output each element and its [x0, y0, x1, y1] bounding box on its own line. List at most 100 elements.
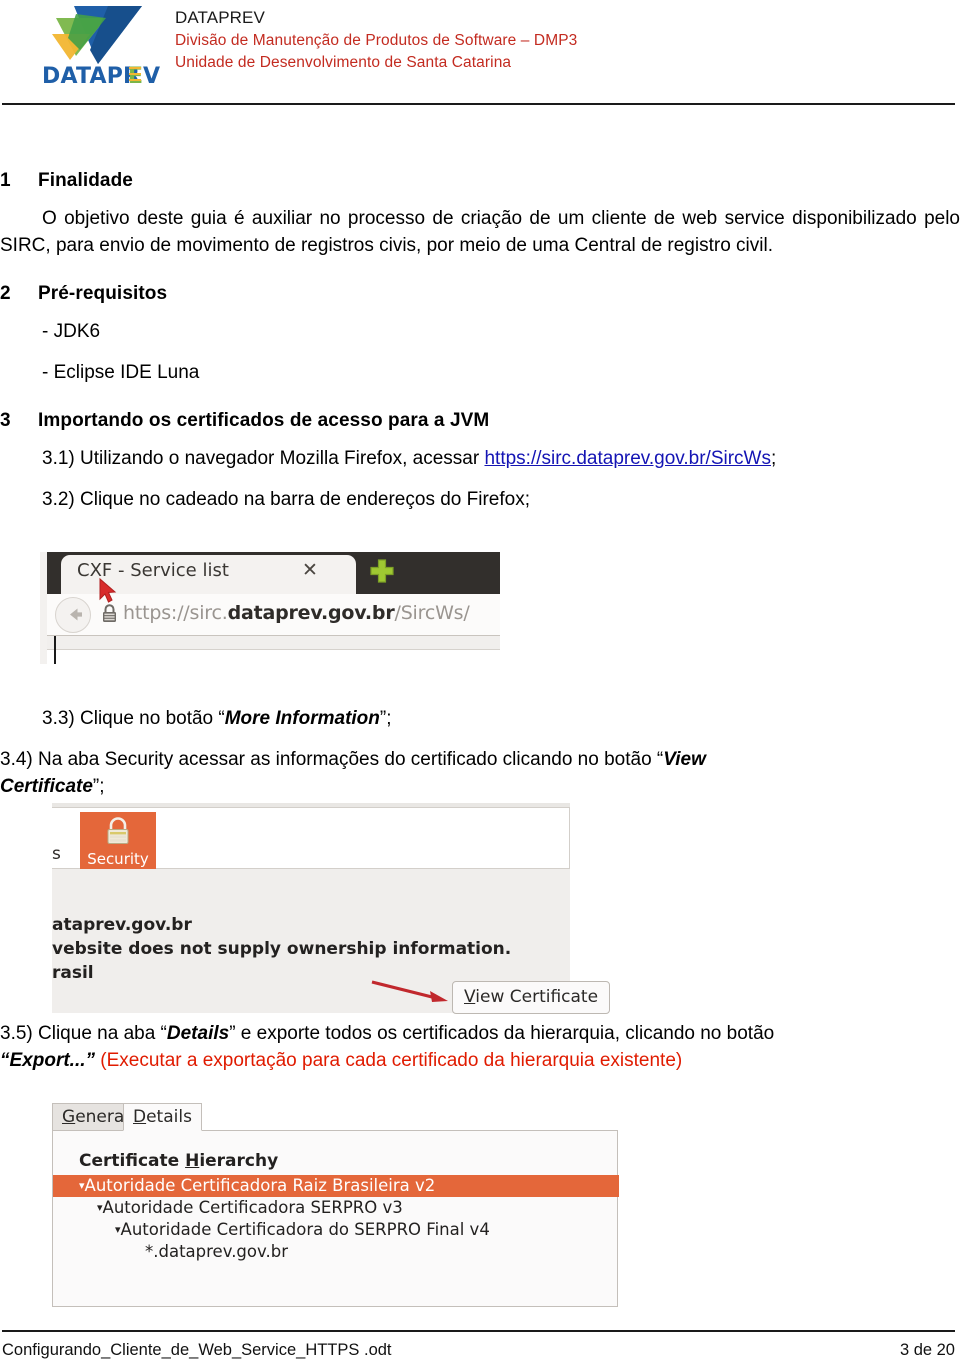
step-3-4-suffix: ”; — [92, 775, 105, 797]
step-3-4-cont: Certificate”; — [0, 774, 960, 801]
cert-node-dataprev-wildcard[interactable]: *.dataprev.gov.br — [145, 1241, 288, 1263]
section-1-number: 1 — [0, 170, 11, 191]
step-3-5-cont: “Export...” (Executar a exportação para … — [0, 1048, 960, 1075]
section-3-title: Importando os certificados de acesso par… — [38, 410, 490, 432]
footer-page-number: 3 de 20 — [899, 1341, 955, 1359]
footer-divider — [2, 1330, 955, 1332]
red-arrow-icon — [371, 980, 448, 1002]
view-certificate-button[interactable]: View Certificate — [452, 981, 611, 1014]
dataprev-logo: DATAPR E V — [28, 4, 168, 94]
close-icon[interactable]: ✕ — [302, 559, 318, 581]
header-org: DATAPREV — [175, 8, 265, 27]
tab-details-rest: etails — [146, 1107, 192, 1127]
steps-33-34-block: 3.3) Clique no botão “More Information”;… — [0, 706, 960, 800]
page-header: DATAPR E V DATAPREV Divisão de Manutençã… — [0, 0, 960, 108]
cert-node-serpro-final-v4[interactable]: ▾Autoridade Certificadora do SERPRO Fina… — [115, 1219, 490, 1241]
step-3-1-suffix: ; — [770, 448, 777, 470]
svg-text:V: V — [143, 64, 160, 88]
footer-filename: Configurando_Cliente_de_Web_Service_HTTP… — [2, 1341, 392, 1359]
button-mnemonic: V — [464, 987, 476, 1007]
url-protocol: https://sirc. — [123, 602, 228, 624]
step-3-3-suffix: ”; — [379, 708, 392, 729]
tab-details-mnemonic: D — [133, 1107, 147, 1127]
step-35-block: 3.5) Clique na aba “Details” e exporte t… — [0, 1021, 960, 1074]
step-3-2: 3.2) Clique no cadeado na barra de ender… — [42, 489, 530, 511]
button-rest-label: iew Certificate — [475, 987, 599, 1007]
step-3-4-prefix: 3.4) Na aba Security acessar as informaç… — [0, 748, 664, 770]
step-3-3-prefix: 3.3) Clique no botão “ — [42, 708, 225, 729]
hierarchy-title-rest: ierarchy — [199, 1151, 279, 1171]
section-heading-2: 2 Pré-requisitos — [0, 283, 960, 305]
certificate-hierarchy-title: Certificate Hierarchy — [79, 1151, 278, 1171]
dataprev-wordmark: DATAPR E V — [42, 64, 160, 88]
step-3-3: 3.3) Clique no botão “More Information”; — [0, 706, 960, 733]
section-2-number: 2 — [0, 283, 11, 305]
step-3-5-prefix: 3.5) Clique na aba “ — [0, 1023, 167, 1044]
export-label: “Export...” — [0, 1049, 96, 1071]
cert-node-label: Autoridade Certificadora SERPRO v3 — [102, 1198, 403, 1217]
security-tab-label: Security — [87, 850, 149, 868]
svg-text:DATAPR: DATAPR — [42, 64, 140, 88]
figure-security-panel: s Security ataprev.gov.br vebsite does n… — [40, 803, 611, 1014]
firefox-url-text: https://sirc.dataprev.gov.br/SircWs/ — [123, 602, 470, 624]
step-3-5: 3.5) Clique na aba “Details” e exporte t… — [0, 1021, 960, 1048]
page-footer: Configurando_Cliente_de_Web_Service_HTTP… — [2, 1341, 955, 1360]
section-heading-1: 1 Finalidade — [0, 170, 960, 192]
section-2-title: Pré-requisitos — [38, 283, 168, 305]
plus-icon[interactable] — [369, 558, 395, 584]
firefox-content-top — [47, 636, 500, 650]
cert-node-label: Autoridade Certificadora do SERPRO Final… — [120, 1220, 490, 1239]
step-3-1-prefix: 3.1) Utilizando o navegador Mozilla Fire… — [42, 448, 485, 470]
tabstrip-filler — [192, 1109, 618, 1131]
view-label: View — [663, 748, 706, 770]
cert-node-label: Autoridade Certificadora Raiz Brasileira… — [84, 1176, 436, 1195]
document-body: 1 Finalidade O objetivo deste guia é aux… — [0, 170, 960, 528]
figure-left-strip — [40, 552, 47, 664]
header-division: Divisão de Manutenção de Produtos de Sof… — [175, 32, 578, 50]
back-arrow-icon — [70, 608, 82, 621]
section-3-number: 3 — [0, 410, 11, 432]
security-line-ownership: vebsite does not supply ownership inform… — [52, 939, 512, 959]
prereq-item-jdk6: - JDK6 — [42, 321, 101, 343]
step-3-1: 3.1) Utilizando o navegador Mozilla Fire… — [0, 446, 960, 473]
security-line-brasil: rasil — [52, 963, 94, 983]
url-domain: dataprev.gov.br — [227, 602, 395, 624]
tab-details[interactable]: Details — [123, 1103, 202, 1131]
header-divider — [2, 103, 955, 105]
tab-general-mnemonic: G — [62, 1107, 76, 1127]
tab-general-rest: eneral — [75, 1107, 130, 1127]
header-text-block: DATAPREV Divisão de Manutenção de Produt… — [175, 6, 577, 74]
hierarchy-title-mnemonic: H — [185, 1151, 200, 1171]
figure-certificate-hierarchy: General Details Certificate Hierarchy ▾A… — [40, 1097, 619, 1307]
tab-security[interactable]: Security — [80, 812, 156, 874]
dataprev-logo-mark — [52, 6, 142, 64]
partial-tab-label: s — [52, 844, 61, 864]
export-note: (Executar a exportação para cada certifi… — [95, 1049, 683, 1071]
header-unit: Unidade de Desenvolvimento de Santa Cata… — [175, 54, 512, 72]
cert-node-label: *.dataprev.gov.br — [145, 1242, 288, 1261]
finalidade-paragraph: O objetivo deste guia é auxiliar no proc… — [0, 208, 960, 256]
hierarchy-title-prefix: Certificate — [79, 1151, 186, 1171]
section-1-title: Finalidade — [38, 170, 133, 191]
url-path: /SircWs/ — [394, 602, 470, 624]
cert-node-raiz-brasileira[interactable]: ▾Autoridade Certificadora Raiz Brasileir… — [53, 1175, 619, 1197]
certificate-content-panel: Certificate Hierarchy ▾Autoridade Certif… — [52, 1131, 619, 1307]
sircws-link[interactable]: https://sirc.dataprev.gov.br/SircWs — [484, 448, 771, 469]
prereq-item-eclipse: - Eclipse IDE Luna — [42, 361, 200, 383]
details-label: Details — [166, 1023, 230, 1044]
mouse-cursor-icon — [99, 577, 117, 603]
certificate-tabstrip: General Details — [52, 1103, 618, 1131]
security-tabrow: s Security — [52, 807, 570, 874]
certificate-label: Certificate — [0, 775, 93, 797]
step-3-5-mid: ” e exporte todos os certificados da hie… — [229, 1023, 775, 1044]
section-heading-3: 3 Importando os certificados de acesso p… — [0, 410, 960, 432]
security-line-domain: ataprev.gov.br — [52, 915, 192, 935]
cert-node-serpro-v3[interactable]: ▾Autoridade Certificadora SERPRO v3 — [97, 1197, 403, 1219]
lock-icon — [107, 817, 129, 844]
more-information-label: More Information — [224, 708, 380, 729]
figure-firefox-addressbar: CXF - Service list ✕ https://sirc.datapr… — [40, 552, 500, 664]
padlock-icon[interactable] — [102, 604, 117, 624]
figure-left-edge — [54, 636, 56, 664]
